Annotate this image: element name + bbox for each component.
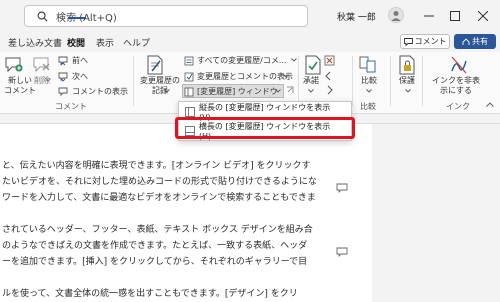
show-markup-label: 変更履歴とコメントの表示 — [197, 72, 293, 81]
document-line: されているヘッダー、フッター、表紙、テキスト ボックス デザインを組み合 — [2, 225, 313, 235]
hide-ink-icon[interactable] — [450, 55, 468, 75]
markup-icon — [184, 56, 194, 65]
chevron-down-icon — [366, 89, 372, 93]
group-label-compare: 比較 — [360, 102, 376, 111]
protect-button[interactable]: 保護 — [399, 76, 415, 86]
group-separator — [298, 56, 299, 106]
chevron-down-icon — [45, 78, 51, 82]
track-changes-icon[interactable] — [146, 55, 164, 75]
chevron-up-icon[interactable] — [486, 102, 494, 107]
comments-button[interactable]: コメント — [400, 34, 450, 49]
share-button-label: 共有 — [472, 37, 488, 46]
search-icon — [37, 11, 48, 21]
chevron-down-icon — [275, 89, 281, 93]
vertical-pane-icon — [185, 107, 195, 117]
show-markup-icon — [184, 72, 194, 81]
chevron-down-icon[interactable] — [291, 58, 297, 62]
group-separator — [133, 56, 134, 106]
markup-select-value: すべての変更履歴/コメ... — [197, 56, 287, 65]
chevron-down-icon — [283, 74, 289, 78]
document-line: ワードを入力して、文書に最適なビデオをオンラインで検索することもできま — [2, 193, 316, 203]
highlight-box — [175, 117, 355, 139]
group-separator — [352, 56, 353, 106]
reviewing-pane-icon — [184, 87, 194, 96]
person-icon — [391, 11, 401, 21]
group-separator — [390, 56, 391, 106]
show-comments-icon — [58, 87, 68, 96]
minimize-icon — [424, 15, 434, 17]
document-line: と、伝えたい内容を明確に表現できます。[オンライン ビデオ] をクリックす — [2, 161, 311, 171]
accept-change-icon[interactable] — [304, 55, 322, 75]
markup-select[interactable]: すべての変更履歴/コメ... — [184, 55, 286, 66]
previous-change-icon[interactable] — [324, 70, 336, 81]
comment-marker-icon[interactable] — [336, 183, 348, 193]
chevron-down-icon — [164, 89, 170, 93]
avatar[interactable] — [388, 7, 404, 23]
hide-ink-button[interactable]: インクを非表 示にする — [432, 76, 480, 96]
show-comments-button[interactable]: コメントの表示 — [58, 86, 128, 97]
group-label-comments: コメント — [55, 102, 87, 111]
delete-comment-icon[interactable] — [32, 56, 52, 74]
search-placeholder: 検索 (Alt+Q) — [56, 12, 117, 24]
comment-marker-icon[interactable] — [336, 247, 348, 257]
minimize-button[interactable] — [420, 7, 438, 25]
next-label: 次へ — [72, 72, 88, 81]
new-comment-button[interactable]: 新しい コメント — [4, 76, 36, 96]
comments-button-label: コメント — [414, 37, 447, 46]
document-line: たいビデオを、それに対した埋め込みコードの形式で貼り付けできるようにな — [2, 177, 317, 187]
next-change-icon[interactable] — [324, 84, 336, 95]
reject-change-icon[interactable] — [324, 55, 336, 66]
dialog-launcher-icon[interactable] — [286, 86, 294, 94]
search-box[interactable]: 検索 (Alt+Q) — [24, 5, 308, 27]
tab-review[interactable]: 校閲 — [67, 36, 85, 49]
previous-comment-icon — [58, 56, 68, 65]
document-line: のようなできばえの文書を作成できます。たとえば、一致する表紙、ヘッダ — [2, 241, 308, 251]
comment-icon — [403, 37, 413, 46]
accept-button[interactable]: 承諾 — [303, 76, 319, 86]
previous-label: 前へ — [72, 56, 88, 65]
next-comment-button[interactable]: 次へ — [58, 71, 88, 82]
show-comments-label: コメントの表示 — [72, 87, 128, 96]
reviewing-pane-label: [変更履歴] ウィンドウ — [197, 87, 278, 96]
user-name: 秋葉 一郎 — [337, 13, 376, 23]
chevron-down-icon — [308, 89, 314, 93]
close-button[interactable] — [474, 7, 492, 25]
protect-icon[interactable] — [398, 55, 416, 75]
active-tab-indicator — [68, 17, 86, 19]
close-icon — [478, 11, 488, 21]
share-button[interactable]: 共有 — [454, 34, 496, 49]
show-markup-button[interactable]: 変更履歴とコメントの表示 — [184, 71, 293, 82]
group-label-ink: インク — [446, 102, 470, 111]
reviewing-pane-content: [変更履歴] ウィンドウ — [184, 86, 278, 97]
compare-button[interactable]: 比較 — [361, 76, 377, 86]
compare-icon[interactable] — [359, 55, 377, 75]
next-comment-icon — [58, 72, 68, 82]
previous-comment-button[interactable]: 前へ — [58, 55, 88, 66]
track-changes-button[interactable]: 変更履歴の 記録 — [140, 76, 180, 96]
tab-help[interactable]: ヘルプ — [123, 36, 150, 49]
group-separator — [422, 56, 423, 106]
tab-mailings[interactable]: 差し込み文書 — [8, 36, 62, 49]
tab-view[interactable]: 表示 — [96, 36, 114, 49]
new-comment-icon[interactable] — [4, 56, 24, 74]
document-page[interactable] — [0, 124, 372, 302]
share-icon — [462, 37, 470, 45]
chevron-down-icon — [405, 89, 411, 93]
document-line: ーを追加できます。[挿入] をクリックしてから、それぞれのギャラリーで目 — [2, 257, 308, 267]
document-line: ルを使って、文書全体の統一感を出すこともできます。[デザイン] をクリ — [2, 289, 298, 299]
maximize-button[interactable] — [446, 7, 464, 25]
maximize-icon — [450, 11, 460, 21]
